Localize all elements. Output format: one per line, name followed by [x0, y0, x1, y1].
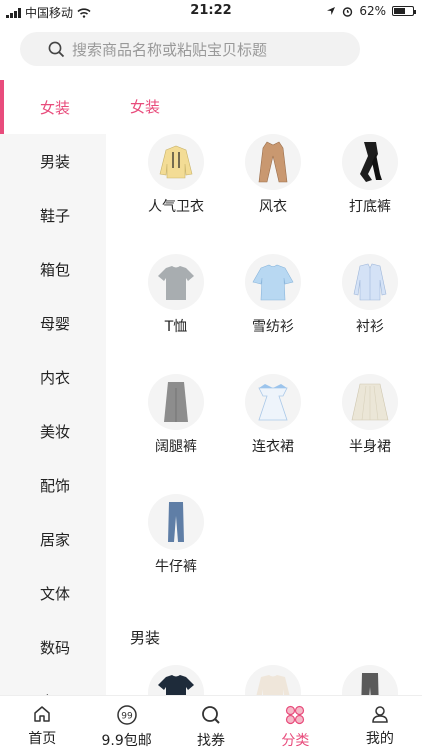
sidebar-item-home[interactable]: 居家: [0, 512, 106, 566]
category-item-label: 衬衫: [356, 319, 384, 335]
tab-free-shipping[interactable]: 99 9.9包邮: [84, 696, 168, 750]
section-title-womens: 女装: [130, 98, 161, 116]
user-icon: [372, 706, 388, 723]
tab-coupons[interactable]: 找券: [169, 696, 253, 750]
sidebar-item-label: 数码: [40, 638, 71, 657]
category-item-hoodie[interactable]: 人气卫衣: [136, 134, 216, 216]
sidebar-item-stationery[interactable]: 文体: [0, 566, 106, 620]
sidebar-item-label: 文体: [40, 584, 71, 603]
category-item-label: 阔腿裤: [155, 439, 197, 455]
category-item[interactable]: [233, 665, 313, 695]
category-item-label: 风衣: [259, 199, 287, 215]
battery-percent: 62%: [359, 4, 386, 18]
mens-pants-image: [342, 665, 398, 695]
hoodie-image: [148, 134, 204, 190]
sidebar-item-label: 居家: [40, 530, 71, 549]
category-item-label: T恤: [164, 319, 188, 335]
battery-icon: [392, 6, 416, 16]
sidebar-item-label: 女装: [40, 98, 71, 117]
search-placeholder: 搜索商品名称或粘贴宝贝标题: [72, 40, 268, 59]
category-item-label: 人气卫衣: [148, 199, 204, 215]
tab-profile[interactable]: 我的: [338, 696, 422, 750]
status-bar: 中国移动 21:22 62%: [0, 0, 422, 22]
category-item-tshirt[interactable]: T恤: [136, 254, 216, 336]
search-bar[interactable]: 搜索商品名称或粘贴宝贝标题: [20, 32, 360, 66]
skirt-image: [342, 374, 398, 430]
dress-image: [245, 374, 301, 430]
battery-fill: [394, 8, 405, 14]
tshirt-image: [148, 254, 204, 310]
tab-category[interactable]: 分类: [253, 696, 337, 750]
category-content: 女装 人气卫衣 风衣 打底裤 T恤 雪纺衫 衬衫 阔腿裤 连衣裙 半身裙 牛仔裤…: [106, 80, 422, 695]
sidebar-item-digital[interactable]: 数码: [0, 620, 106, 674]
category-item-trench[interactable]: 风衣: [233, 134, 313, 216]
section-title-mens: 男装: [130, 629, 161, 647]
category-item-dress[interactable]: 连衣裙: [233, 374, 313, 456]
sidebar-item-label: 箱包: [40, 260, 71, 279]
category-item-label: 连衣裙: [252, 439, 294, 455]
tab-label: 找券: [197, 733, 226, 749]
sidebar-item-label: 内衣: [40, 368, 71, 387]
category-item-label: 雪纺衫: [252, 319, 294, 335]
sidebar-item-appliances[interactable]: 电器: [0, 674, 106, 696]
sidebar-item-womens[interactable]: 女装: [0, 80, 106, 134]
sidebar-item-underwear[interactable]: 内衣: [0, 350, 106, 404]
category-item-label: 打底裤: [349, 199, 391, 215]
category-item-wide-pants[interactable]: 阔腿裤: [136, 374, 216, 456]
alarm-icon: [343, 6, 353, 17]
sidebar-item-beauty[interactable]: 美妆: [0, 404, 106, 458]
sidebar-item-accessories[interactable]: 配饰: [0, 458, 106, 512]
trench-coat-image: [245, 134, 301, 190]
sidebar-item-label: 男装: [40, 152, 71, 171]
sidebar-item-shoes[interactable]: 鞋子: [0, 188, 106, 242]
category-item-label: 半身裙: [349, 439, 391, 455]
sidebar-item-label: 美妆: [40, 422, 71, 441]
leggings-image: [342, 134, 398, 190]
mens-tshirt-image: [148, 665, 204, 695]
chiffon-blouse-image: [245, 254, 301, 310]
search-icon: [48, 41, 65, 58]
jeans-image: [148, 494, 204, 550]
wide-pants-image: [148, 374, 204, 430]
tab-label: 首页: [28, 731, 57, 747]
tab-label: 分类: [281, 733, 310, 749]
bottom-tab-bar: 首页 99 9.9包邮 找券 分类 我的: [0, 695, 422, 750]
home-icon: [34, 706, 50, 722]
category-item[interactable]: [330, 665, 410, 695]
sidebar-item-mens[interactable]: 男装: [0, 134, 106, 188]
category-item-chiffon[interactable]: 雪纺衫: [233, 254, 313, 336]
category-item-skirt[interactable]: 半身裙: [330, 374, 410, 456]
sidebar-item-label: 鞋子: [40, 206, 71, 225]
sidebar-item-bags[interactable]: 箱包: [0, 242, 106, 296]
tab-label: 我的: [365, 731, 394, 747]
category-item-label: 牛仔裤: [155, 559, 197, 575]
category-icon: [286, 705, 305, 725]
search-icon: [202, 706, 220, 724]
mens-sweater-image: [245, 665, 301, 695]
location-icon: [327, 7, 336, 15]
svg-text:99: 99: [121, 712, 133, 722]
tab-label: 9.9包邮: [101, 733, 152, 749]
sidebar-item-label: 配饰: [40, 476, 71, 495]
category-item-jeans[interactable]: 牛仔裤: [136, 494, 216, 576]
free-shipping-icon: 99: [116, 705, 137, 725]
category-sidebar: 女装 男装 鞋子 箱包 母婴 内衣 美妆 配饰 居家 文体 数码 电器: [0, 80, 106, 695]
sidebar-item-baby[interactable]: 母婴: [0, 296, 106, 350]
category-item[interactable]: [136, 665, 216, 695]
shirt-image: [342, 254, 398, 310]
tab-home[interactable]: 首页: [0, 696, 84, 750]
category-item-leggings[interactable]: 打底裤: [330, 134, 410, 216]
sidebar-item-label: 母婴: [40, 314, 71, 333]
status-right: 62%: [326, 4, 416, 18]
category-item-shirt[interactable]: 衬衫: [330, 254, 410, 336]
